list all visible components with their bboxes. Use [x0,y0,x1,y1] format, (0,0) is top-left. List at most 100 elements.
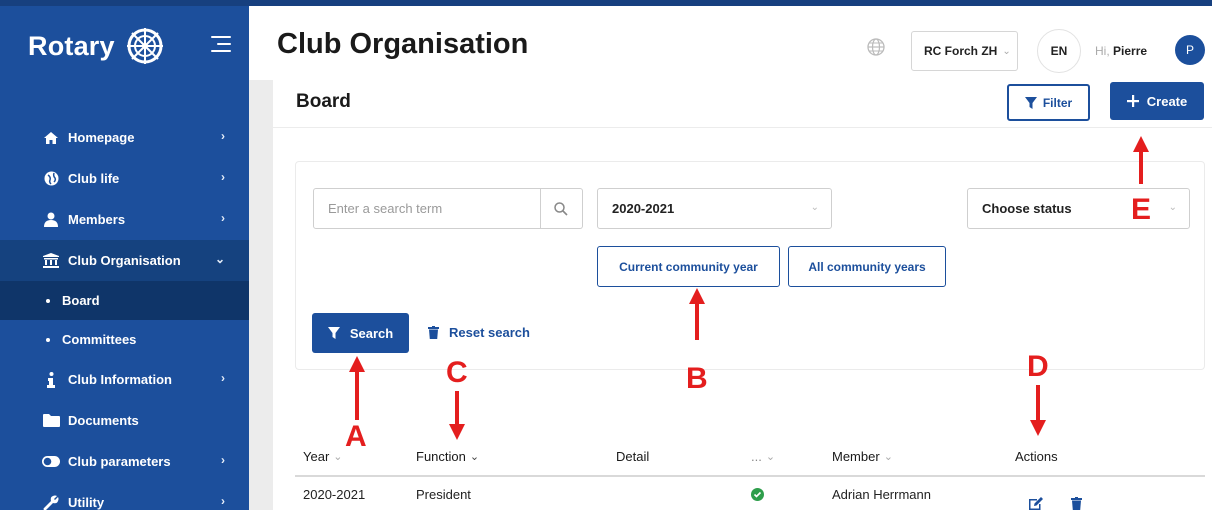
column-header-member[interactable]: Member ⌄ [832,449,893,464]
avatar[interactable]: P [1175,35,1205,65]
year-select[interactable]: 2020-2021 ⌄ [597,188,832,229]
create-label: Create [1146,93,1188,109]
column-header-function[interactable]: Function ⌄ [416,449,479,464]
column-header-status[interactable]: ... ⌄ [751,449,775,464]
sort-icon: ⌄ [333,451,343,463]
sidebar-item-club-organisation[interactable]: Club Organisation ⌄ [0,240,249,281]
status-select-value: Choose status [982,201,1072,216]
annotation-label-a: A [345,420,367,453]
trash-icon [428,326,439,339]
institution-icon [42,253,60,269]
sidebar-item-documents[interactable]: Documents [0,400,249,441]
info-icon [42,371,60,388]
column-header-actions: Actions [1015,449,1058,464]
filter-button[interactable]: Filter [1007,84,1090,121]
column-header-detail: Detail [616,449,649,464]
trash-icon[interactable] [1071,497,1082,510]
sidebar-item-label: Club parameters [68,454,171,469]
year-select-value: 2020-2021 [612,201,675,216]
folder-icon [42,413,60,429]
all-community-years-button[interactable]: All community years [788,246,946,287]
page-title: Club Organisation [277,28,529,60]
edit-icon[interactable] [1029,497,1044,510]
sidebar-item-label: Club Information [68,372,172,387]
sort-icon: ⌄ [765,451,776,463]
bullet-icon [46,298,50,303]
check-circle-icon [751,488,764,501]
user-icon [42,212,60,228]
sidebar-subitem-board[interactable]: Board [0,281,249,320]
chevron-right-icon: › [221,211,225,225]
logo-text: Rotary [28,30,115,61]
search-input[interactable] [313,188,541,229]
toggle-icon [42,454,60,470]
chevron-right-icon: › [221,494,225,508]
annotation-label-b: B [686,362,708,395]
section-title: Board [296,91,351,112]
sidebar-item-club-information[interactable]: Club Information › [0,359,249,400]
sidebar-item-club-life[interactable]: Club life › [0,158,249,199]
sidebar-item-label: Club Organisation [68,253,181,268]
user-greeting: Hi, Pierre [1095,44,1147,58]
chevron-down-icon: ⌄ [1002,45,1011,57]
menu-toggle-icon[interactable] [211,36,231,56]
sidebar-item-label: Club life [68,171,120,186]
globe-icon[interactable] [867,38,885,56]
home-icon [42,130,60,146]
sidebar-item-label: Homepage [68,130,135,145]
search-icon-button[interactable] [540,188,583,229]
sort-icon: ⌄ [883,451,893,463]
sidebar-item-members[interactable]: Members › [0,199,249,240]
create-button[interactable]: Create [1110,82,1204,120]
sidebar-item-utility[interactable]: Utility › [0,482,249,510]
sidebar-item-label: Utility [68,495,105,510]
cell-function: President [416,487,471,502]
chevron-down-icon: ⌄ [214,252,225,266]
chevron-down-icon: ⌄ [1168,202,1177,213]
sidebar-item-label: Board [62,293,100,308]
club-selector[interactable]: RC Forch ZH ⌄ [911,31,1018,71]
sidebar: Rotary Homepage › Club life › Members › [0,0,249,510]
sort-icon: ⌄ [469,451,480,463]
column-header-label: Function [416,449,466,464]
chevron-right-icon: › [221,129,225,143]
reset-search-label: Reset search [449,325,530,340]
status-select[interactable]: Choose status ⌄ [967,188,1190,229]
greeting-text: Hi, [1095,44,1110,58]
column-header-label: Year [303,449,330,464]
sidebar-item-label: Members [68,212,126,227]
divider [273,127,1212,128]
filter-icon [1024,96,1037,109]
sidebar-nav: Homepage › Club life › Members › Club Or… [0,117,249,510]
sidebar-item-label: Documents [68,413,139,428]
search-button-label: Search [349,325,394,341]
user-name: Pierre [1113,44,1148,58]
rotary-wheel-icon [126,28,163,64]
chevron-right-icon: › [221,371,225,385]
filter-icon [327,327,340,339]
current-community-year-button[interactable]: Current community year [597,246,780,287]
sidebar-gutter [249,80,273,510]
club-name: RC Forch ZH [924,44,998,58]
globe-nav-icon [42,171,60,187]
top-header: Club Organisation RC Forch ZH ⌄ EN Hi, P… [249,0,1212,80]
column-header-label: Actions [1015,449,1058,464]
bullet-icon [46,337,50,342]
chevron-right-icon: › [221,170,225,184]
annotation-label-e: E [1131,193,1152,226]
column-header-label: Detail [616,449,650,464]
language-selector[interactable]: EN [1037,29,1081,73]
filter-label: Filter [1042,95,1073,110]
sidebar-item-club-parameters[interactable]: Club parameters › [0,441,249,482]
logo[interactable]: Rotary [0,6,249,86]
sidebar-subitem-committees[interactable]: Committees [0,320,249,359]
chevron-right-icon: › [221,453,225,467]
wrench-icon [42,495,60,510]
cell-year: 2020-2021 [303,487,366,502]
reset-search-button[interactable]: Reset search [428,325,530,340]
table-header-divider [295,475,1205,477]
search-button[interactable]: Search [312,313,409,353]
column-header-year[interactable]: Year ⌄ [303,449,343,464]
sidebar-item-label: Committees [62,332,137,347]
sidebar-item-homepage[interactable]: Homepage › [0,117,249,158]
